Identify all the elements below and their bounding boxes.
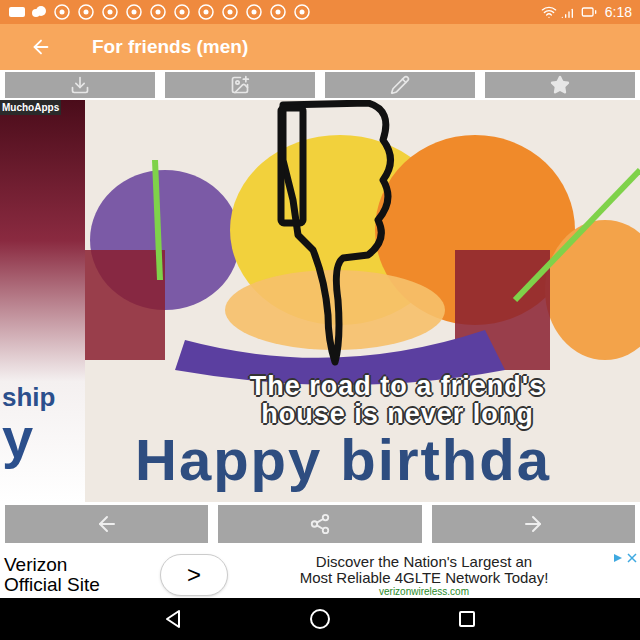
ad-headline: Most Reliable 4GLTE Network Today! [300,570,549,587]
watermark: MuchoApps [0,100,61,115]
card-quote: house is never long [191,400,534,428]
pencil-icon [390,75,410,95]
notification-icon [270,4,286,20]
download-button[interactable] [5,72,155,98]
card-greeting: Happy birthda [85,428,551,492]
home-icon[interactable] [308,607,332,631]
previous-card[interactable]: MuchoApps shipy [0,100,85,502]
share-icon [309,513,331,535]
app-bar: For friends (men) [0,24,640,70]
ad-brand: Verizon [4,555,160,575]
messages-icon [8,5,26,19]
battery-icon [581,4,597,20]
favorite-button[interactable] [485,72,635,98]
system-nav-bar [0,598,640,640]
star-icon [550,75,570,95]
ad-headline: Discover the Nation's Largest an [316,554,532,571]
toolbar [0,70,640,100]
next-button[interactable] [432,505,635,543]
notification-icon [102,4,118,20]
card-navigation [0,502,640,544]
wifi-icon [541,4,557,20]
share-button[interactable] [218,505,421,543]
card-text: ship [0,384,85,410]
cloud-icon [30,5,48,19]
notification-icon [54,4,70,20]
back-arrow-icon[interactable] [30,36,52,58]
close-icon[interactable] [626,552,638,564]
app-title: For friends (men) [92,33,248,62]
image-add-icon [230,75,250,95]
notification-icon [246,4,262,20]
notification-icon [222,4,238,20]
card-viewer[interactable]: MuchoAppsshipyThe road to a friend'shous… [0,100,640,502]
birthday-card: The road to a friend'shouse is never lon… [85,100,640,502]
download-icon [70,75,90,95]
notification-icon [198,4,214,20]
status-time: 6:18 [605,2,632,23]
ad-choices-icon [612,552,624,564]
notification-icon [294,4,310,20]
status-bar: 6:18 [0,0,640,24]
ad-choices[interactable] [612,552,638,564]
notification-icon [126,4,142,20]
edit-button[interactable] [325,72,475,98]
card-text: y [0,410,85,502]
set-wallpaper-button[interactable] [165,72,315,98]
previous-button[interactable] [5,505,208,543]
ad-cta-button[interactable]: > [160,554,228,596]
signal-icon [561,4,577,20]
ad-brand: Official Site [4,575,160,595]
back-icon[interactable] [162,608,184,630]
card-quote: The road to a friend's [180,372,545,400]
notification-icon [150,4,166,20]
ad-url: verizonwireless.com [379,587,469,597]
recents-icon[interactable] [456,608,478,630]
arrow-right-icon [521,512,545,536]
notification-icon [174,4,190,20]
arrow-left-icon [95,512,119,536]
ad-banner[interactable]: VerizonOfficial Site> Discover the Nation… [0,552,640,598]
thumbs-down-drawing [273,100,408,370]
app: 6:18For friends (men)MuchoAppsshipyThe r… [0,0,640,640]
notification-icon [78,4,94,20]
